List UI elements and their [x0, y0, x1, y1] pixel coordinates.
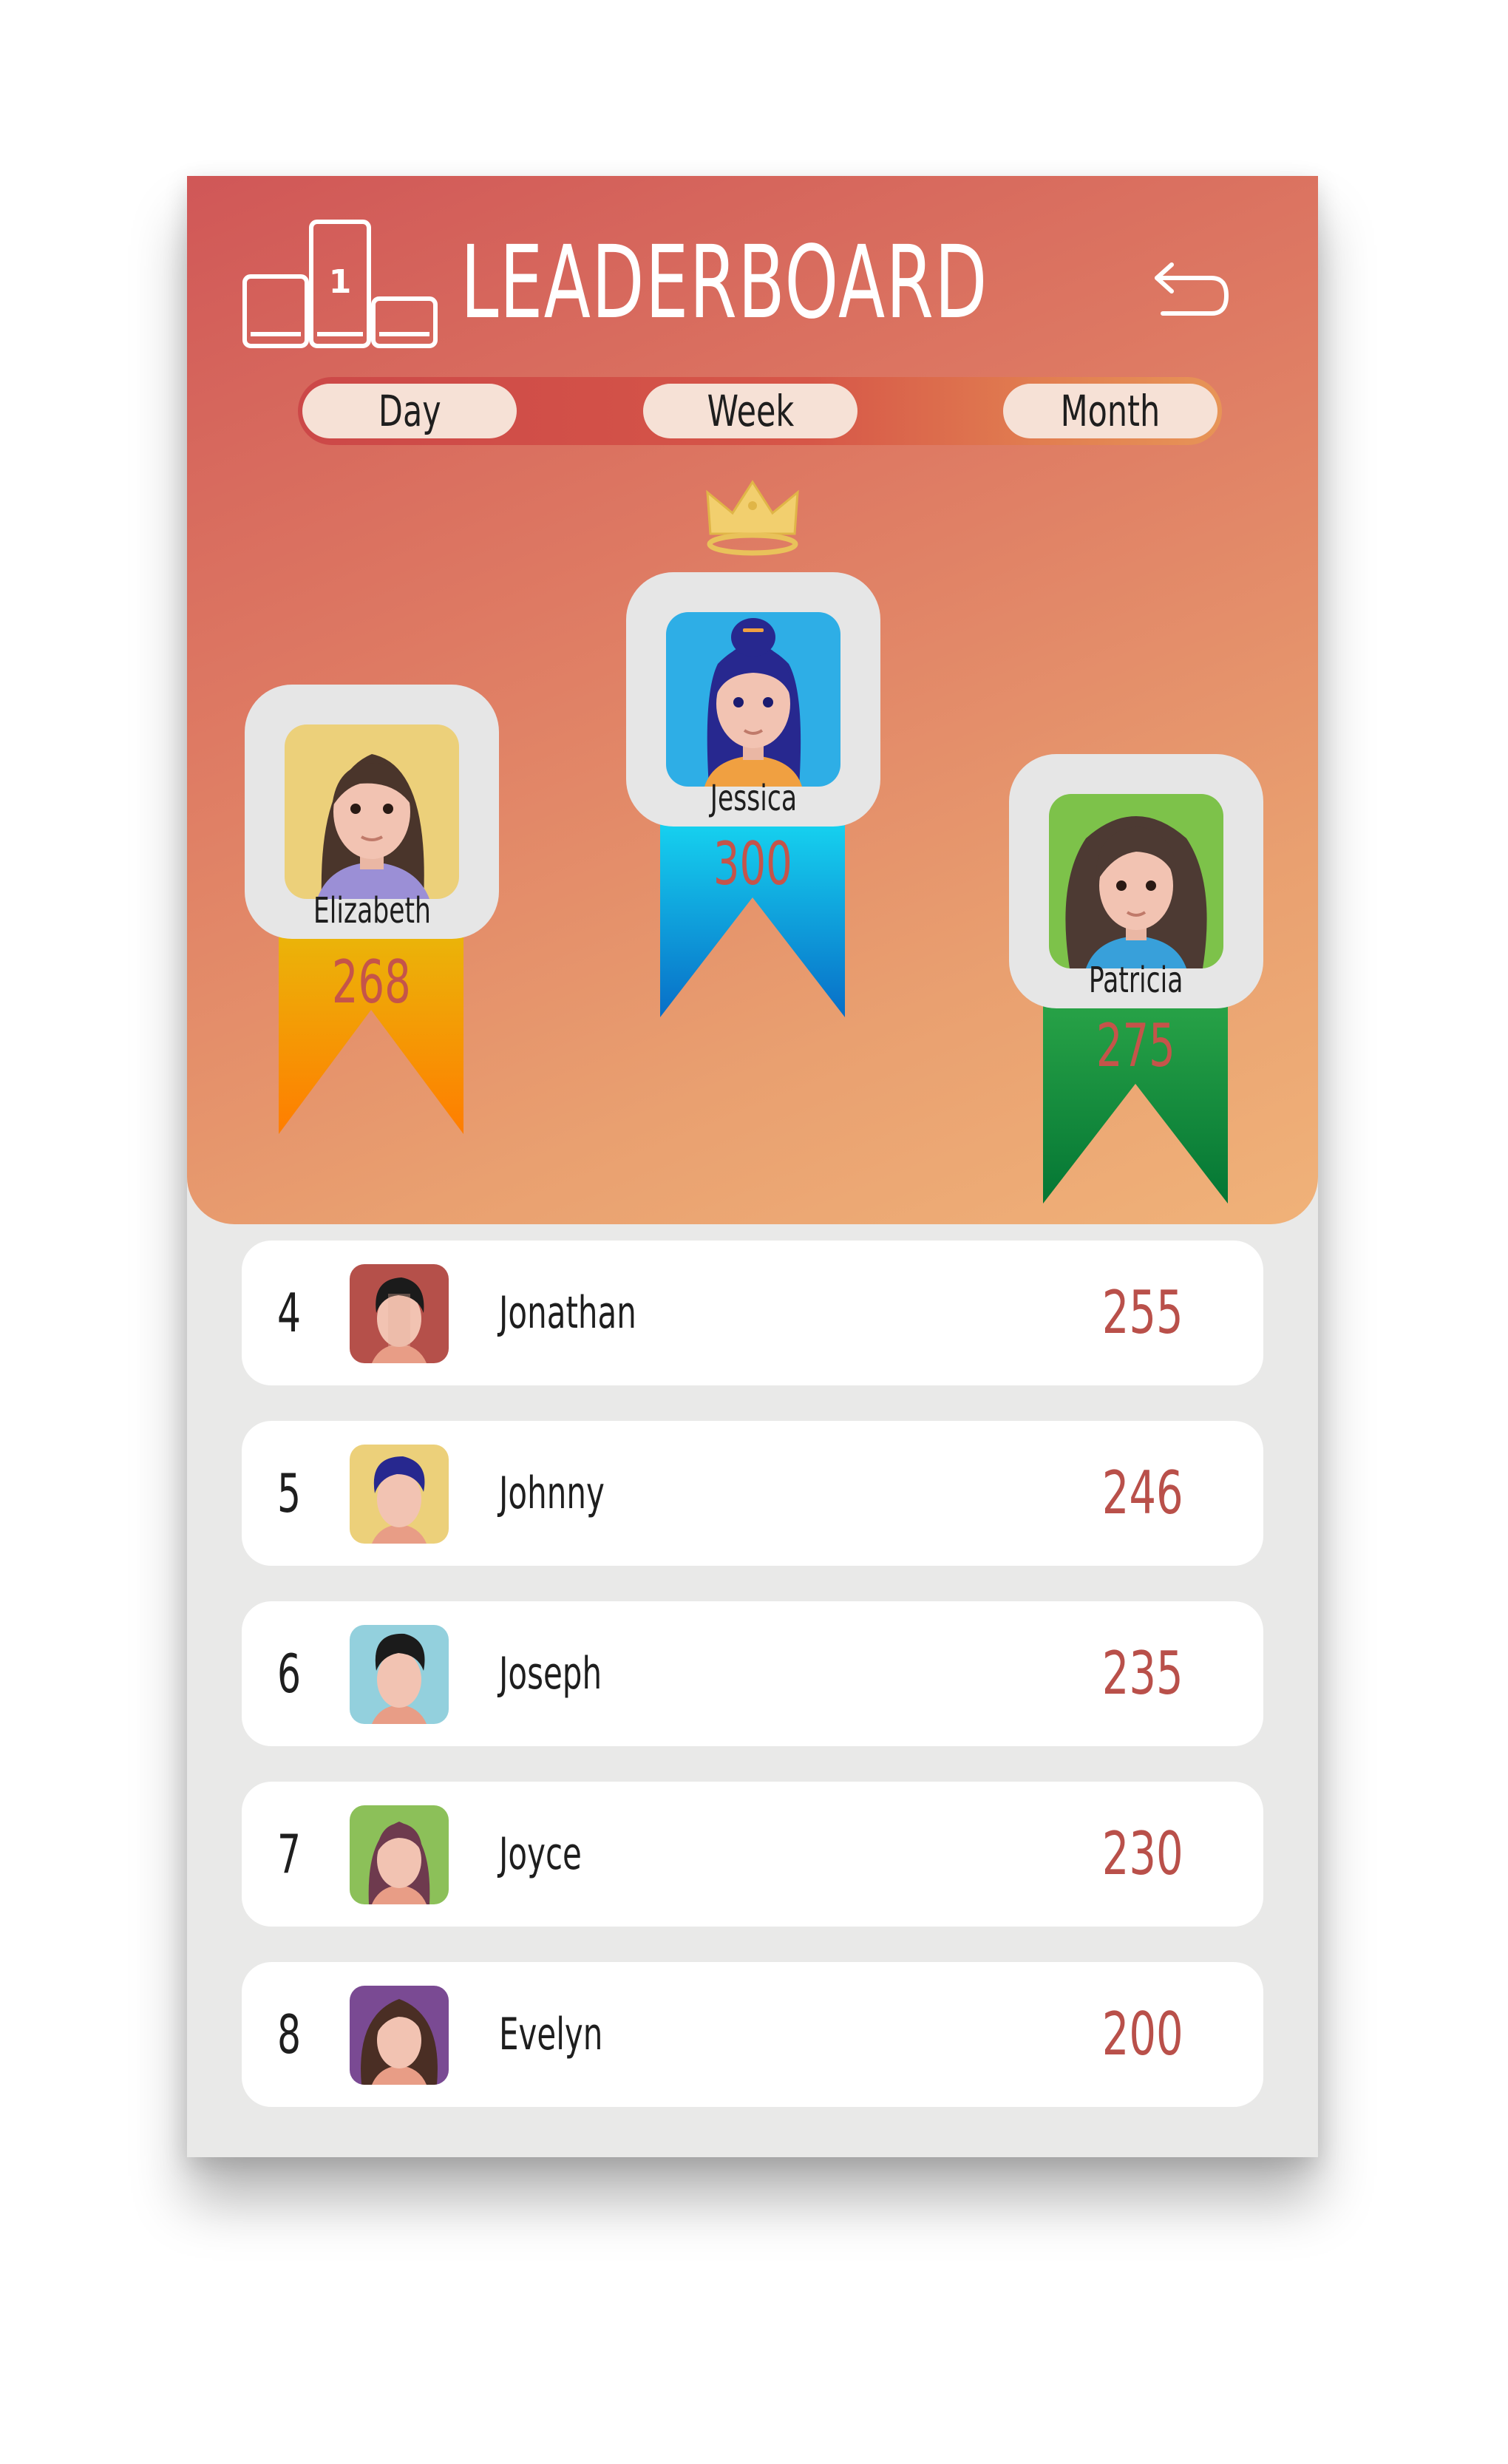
- man-avatar-icon: [350, 1625, 449, 1724]
- podium-score-jessica: 300: [660, 831, 845, 897]
- podium-icon: 1: [242, 220, 438, 348]
- man-avatar-icon: [350, 1264, 449, 1363]
- period-tabs: Day Week Month: [298, 377, 1222, 445]
- rank-text: 8: [277, 2003, 302, 2066]
- podium-card-elizabeth[interactable]: Elizabeth: [245, 685, 499, 939]
- player-name: Joseph: [499, 1601, 646, 1746]
- rank-number: 5: [277, 1421, 322, 1566]
- rank-number: 6: [277, 1601, 322, 1746]
- podium-name-text: Jessica: [710, 778, 797, 819]
- woman-avatar-icon: [350, 1986, 449, 2085]
- player-score-text: 246: [1102, 1459, 1183, 1527]
- rank-text: 4: [277, 1282, 302, 1344]
- avatar: [350, 1445, 449, 1544]
- avatar: [350, 1264, 449, 1363]
- rank-text: 5: [277, 1462, 302, 1524]
- player-name-text: Johnny: [499, 1467, 605, 1519]
- player-name-text: Joyce: [499, 1828, 582, 1880]
- tab-week-label: Week: [707, 386, 794, 436]
- avatar: [350, 1625, 449, 1724]
- avatar: [285, 724, 459, 899]
- player-name: Johnny: [499, 1421, 650, 1566]
- player-score: 230: [1070, 1782, 1183, 1927]
- podium-name: Elizabeth: [245, 890, 499, 931]
- rank-text: 7: [277, 1823, 302, 1885]
- podium-score-patricia: 275: [1043, 1013, 1228, 1079]
- podium-name: Jessica: [626, 778, 880, 819]
- tab-day[interactable]: Day: [302, 384, 517, 438]
- player-name-text: Jonathan: [499, 1287, 636, 1339]
- player-name: Jonathan: [499, 1241, 696, 1385]
- player-score-text: 235: [1102, 1639, 1183, 1708]
- rank-text: 6: [277, 1643, 302, 1705]
- player-score-text: 200: [1102, 2000, 1183, 2068]
- woman-avatar-icon: [350, 1805, 449, 1904]
- podium-score-text: 275: [1096, 1011, 1175, 1080]
- rank-number: 8: [277, 1962, 322, 2107]
- leaderboard-screen: 1 LEADERBOARD Day Week Month Elizabeth J…: [187, 176, 1318, 2157]
- page-title: LEADERBOARD: [461, 225, 988, 342]
- crown-icon: [706, 480, 799, 556]
- podium-score-elizabeth: 268: [279, 949, 463, 1016]
- podium-score-text: 300: [713, 829, 792, 898]
- player-score: 235: [1070, 1601, 1183, 1746]
- player-name: Joyce: [499, 1782, 617, 1927]
- tab-week[interactable]: Week: [643, 384, 857, 438]
- tab-day-label: Day: [378, 386, 441, 436]
- podium-badge: 1: [329, 263, 352, 301]
- player-score: 200: [1070, 1962, 1183, 2107]
- podium-name-text: Patricia: [1089, 960, 1183, 1001]
- back-arrow-icon[interactable]: [1141, 248, 1229, 337]
- podium-name: Patricia: [1009, 960, 1263, 1001]
- podium-card-jessica[interactable]: Jessica: [626, 572, 880, 827]
- tab-month-label: Month: [1060, 386, 1161, 436]
- leaderboard-header: 1 LEADERBOARD Day Week Month Elizabeth J…: [187, 176, 1318, 1224]
- avatar: [1049, 794, 1223, 968]
- ranking-row[interactable]: 4 Jonathan 255: [242, 1241, 1263, 1385]
- rank-number: 4: [277, 1241, 322, 1385]
- player-score-text: 230: [1102, 1819, 1183, 1888]
- player-score-text: 255: [1102, 1278, 1183, 1347]
- podium-card-patricia[interactable]: Patricia: [1009, 754, 1263, 1008]
- podium-score-text: 268: [331, 948, 411, 1017]
- ranking-row[interactable]: 8 Evelyn 200: [242, 1962, 1263, 2107]
- ranking-row[interactable]: 6 Joseph 235: [242, 1601, 1263, 1746]
- man-avatar-icon: [350, 1445, 449, 1544]
- avatar: [666, 612, 840, 787]
- woman-avatar-icon: [285, 724, 459, 899]
- player-name: Evelyn: [499, 1962, 648, 2107]
- tab-month[interactable]: Month: [1003, 384, 1217, 438]
- ranking-row[interactable]: 5 Johnny 246: [242, 1421, 1263, 1566]
- woman-avatar-icon: [1049, 794, 1223, 968]
- avatar: [350, 1986, 449, 2085]
- player-score: 255: [1070, 1241, 1183, 1385]
- avatar: [350, 1805, 449, 1904]
- player-name-text: Evelyn: [499, 2009, 603, 2060]
- woman-avatar-icon: [666, 612, 840, 787]
- podium-name-text: Elizabeth: [313, 890, 431, 931]
- ranking-row[interactable]: 7 Joyce 230: [242, 1782, 1263, 1927]
- rank-number: 7: [277, 1782, 322, 1927]
- player-score: 246: [1070, 1421, 1183, 1566]
- player-name-text: Joseph: [499, 1648, 602, 1700]
